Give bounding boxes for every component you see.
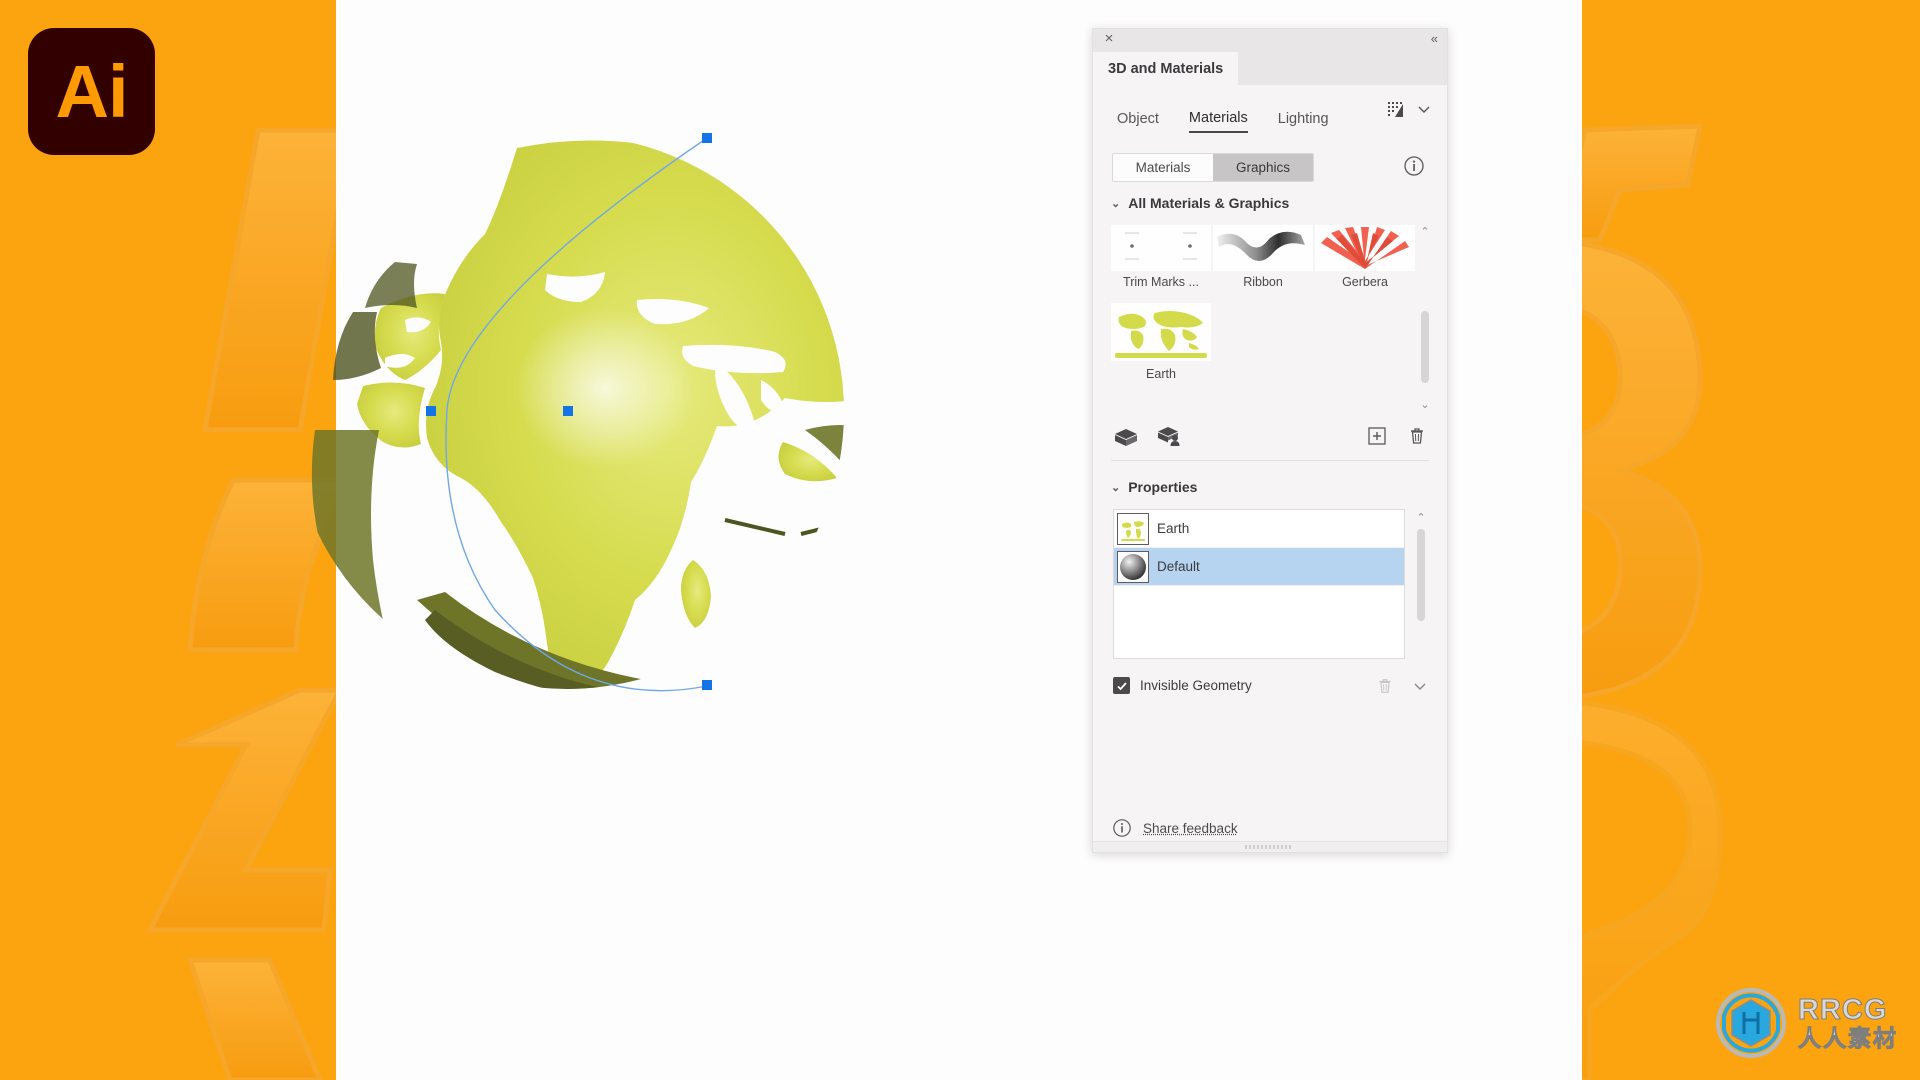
chevron-down-icon[interactable]: [1416, 101, 1432, 117]
tab-3d-and-materials[interactable]: 3D and Materials: [1093, 52, 1239, 85]
materials-grid-wrap: Trim Marks ... Ribbon Gerbera Earth ⌃ ⌄: [1111, 225, 1430, 412]
chevron-down-icon: ⌄: [1111, 481, 1121, 494]
rrcg-watermark: RRCG 人人素材: [1714, 986, 1898, 1060]
list-item[interactable]: Earth: [1114, 510, 1404, 548]
selection-handle[interactable]: [702, 133, 712, 143]
gerbera-thumb: [1315, 225, 1415, 271]
chevron-down-icon: ⌄: [1111, 197, 1121, 210]
panel-resize-grip[interactable]: [1093, 841, 1447, 852]
scrollbar-thumb[interactable]: [1421, 311, 1429, 383]
earth-map-thumb: [1117, 512, 1149, 545]
materials-grid-scrollbar[interactable]: ⌃ ⌄: [1417, 225, 1433, 412]
scrollbar-track[interactable]: [1417, 239, 1433, 398]
grid-item-gerbera[interactable]: Gerbera: [1315, 225, 1415, 289]
properties-list-scrollbar[interactable]: ⌃: [1413, 511, 1429, 657]
grid-item-label: Trim Marks ...: [1123, 275, 1199, 289]
selection-handle[interactable]: [426, 406, 436, 416]
check-icon: [1116, 681, 1127, 690]
default-sphere-thumb: [1117, 550, 1149, 583]
trim-marks-thumb: [1111, 225, 1211, 271]
delete-graphic-icon[interactable]: [1407, 426, 1427, 446]
scroll-up-icon[interactable]: ⌃: [1416, 511, 1425, 525]
new-graphic-from-selection-icon[interactable]: [1157, 425, 1183, 447]
segment-materials[interactable]: Materials: [1113, 154, 1213, 181]
selection-handle[interactable]: [702, 680, 712, 690]
earth-map-thumb: [1111, 303, 1211, 361]
ai-logo-text: Ai: [55, 49, 129, 133]
add-new-graphic-icon[interactable]: [1367, 426, 1387, 446]
scrollbar-thumb[interactable]: [1417, 529, 1425, 621]
selection-center-point[interactable]: [563, 406, 573, 416]
scroll-down-icon[interactable]: ⌄: [1420, 398, 1429, 412]
subtab-object[interactable]: Object: [1117, 111, 1159, 132]
list-item-label: Earth: [1157, 521, 1190, 536]
illustrator-app-logo: Ai: [28, 28, 155, 155]
rrcg-shield-logo: [1716, 988, 1786, 1058]
globe-artwork[interactable]: [285, 130, 875, 710]
section-label: Properties: [1128, 479, 1198, 495]
invisible-geometry-label: Invisible Geometry: [1140, 678, 1252, 693]
panel-titlebar: × «: [1093, 29, 1447, 52]
list-item[interactable]: Default: [1114, 548, 1404, 586]
grid-item-ribbon[interactable]: Ribbon: [1213, 225, 1313, 289]
grip-dots-icon: [1245, 845, 1291, 849]
open-material-library-icon[interactable]: [1113, 426, 1139, 446]
materials-graphics-segmented: Materials Graphics: [1112, 153, 1314, 182]
watermark-main-text: RRCG: [1798, 994, 1888, 1026]
collapse-panel-icon[interactable]: «: [1431, 32, 1438, 46]
watermark-text: RRCG 人人素材: [1798, 994, 1898, 1051]
delete-icon[interactable]: [1376, 677, 1394, 695]
invisible-geometry-row: Invisible Geometry: [1093, 659, 1447, 699]
materials-grid: Trim Marks ... Ribbon Gerbera Earth: [1111, 225, 1429, 381]
list-item-label: Default: [1157, 559, 1200, 574]
section-properties[interactable]: ⌄ Properties: [1093, 461, 1447, 495]
render-preview-icon[interactable]: [1385, 99, 1405, 119]
properties-list[interactable]: Earth Default: [1113, 509, 1405, 659]
info-icon[interactable]: [1112, 818, 1132, 838]
properties-list-wrap: Earth Default ⌃: [1113, 509, 1429, 659]
materials-grid-toolbar: [1093, 412, 1447, 454]
grid-item-label: Gerbera: [1342, 275, 1388, 289]
ribbon-thumb: [1213, 225, 1313, 271]
subtab-materials[interactable]: Materials: [1188, 110, 1248, 133]
grid-item-label: Ribbon: [1243, 275, 1283, 289]
grid-item-trim-marks[interactable]: Trim Marks ...: [1111, 225, 1211, 289]
invisible-geometry-checkbox[interactable]: [1113, 677, 1130, 694]
subtab-lighting[interactable]: Lighting: [1278, 111, 1329, 132]
grid-item-earth[interactable]: Earth: [1111, 303, 1211, 381]
panel-subtabs: Object Materials Lighting: [1093, 85, 1447, 139]
materials-graphics-segmented-row: Materials Graphics: [1093, 139, 1447, 187]
segment-graphics[interactable]: Graphics: [1213, 154, 1313, 181]
close-icon[interactable]: ×: [1102, 31, 1116, 46]
chevron-down-icon[interactable]: [1412, 678, 1428, 694]
section-label: All Materials & Graphics: [1128, 195, 1290, 211]
watermark-sub-text: 人人素材: [1798, 1025, 1898, 1051]
panel-footer: Share feedback: [1093, 818, 1447, 838]
scroll-up-icon[interactable]: ⌃: [1420, 225, 1429, 239]
info-icon[interactable]: [1403, 155, 1425, 180]
section-all-materials-graphics[interactable]: ⌄ All Materials & Graphics: [1093, 187, 1447, 211]
3d-and-materials-panel[interactable]: × « 3D and Materials Object Materials Li…: [1092, 28, 1448, 853]
share-feedback-link[interactable]: Share feedback: [1143, 821, 1238, 836]
panel-tabstrip: 3D and Materials: [1093, 52, 1447, 85]
grid-item-label: Earth: [1146, 367, 1176, 381]
